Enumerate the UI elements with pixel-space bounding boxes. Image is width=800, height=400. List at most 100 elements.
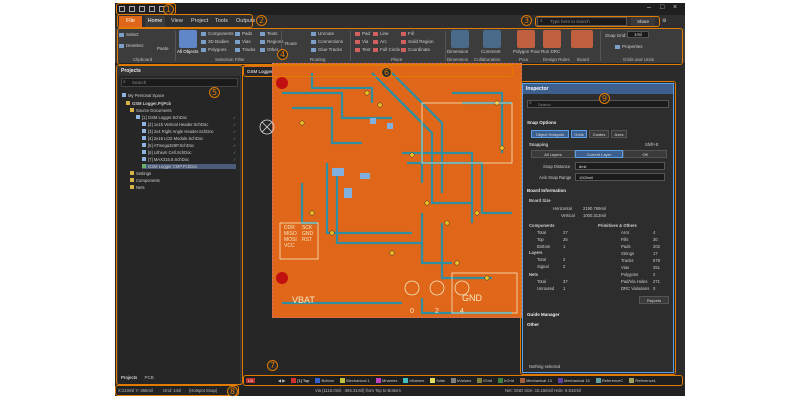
share-button[interactable]: Share xyxy=(631,17,655,26)
paste-button[interactable]: Paste xyxy=(157,46,169,51)
run-drc-button[interactable] xyxy=(543,30,561,48)
menu-view[interactable]: View xyxy=(171,18,183,24)
snap-axes[interactable]: Axes xyxy=(611,130,627,138)
properties-button[interactable]: Properties xyxy=(615,44,643,49)
layer-tab[interactable]: bGrid xyxy=(504,378,514,383)
menu-tools[interactable]: Tools xyxy=(215,18,228,24)
via xyxy=(309,210,315,216)
tree-item-workspace[interactable]: My Personal Space xyxy=(122,93,164,98)
filter-3d-bodies[interactable]: 3D Bodies xyxy=(201,39,229,44)
other-heading[interactable]: Other xyxy=(527,322,539,327)
tree-item-doc[interactable]: [7] MAX315.8.SchDoc xyxy=(142,157,189,162)
select-button[interactable]: Select xyxy=(119,32,139,37)
tab-pcb[interactable]: PCB xyxy=(145,375,154,380)
filter-vias[interactable]: Vias xyxy=(235,39,251,44)
route-button[interactable]: Route xyxy=(285,41,297,46)
filter-other[interactable]: Other xyxy=(260,47,278,52)
tree-item-doc[interactable]: [1] GSM Logger.SchDoc xyxy=(136,115,187,120)
polygon-pour-button[interactable] xyxy=(517,30,535,48)
minimize-icon[interactable]: – xyxy=(647,4,651,11)
layer-tab[interactable]: Bottom xyxy=(321,378,334,383)
settings-icon[interactable]: ⚙ xyxy=(662,18,666,24)
tree-item-doc[interactable]: [5] ATmega328P.SchDoc xyxy=(142,143,194,148)
snap-options-heading[interactable]: Snap Options xyxy=(527,120,556,125)
all-objects-button[interactable] xyxy=(179,30,197,48)
snapping-current-layer[interactable]: Current Layer xyxy=(575,150,623,158)
reports-button[interactable]: Reports xyxy=(639,296,669,304)
dimension-button[interactable] xyxy=(451,30,469,48)
layer-tab[interactable]: Mnames xyxy=(382,378,397,383)
search-input[interactable]: Type here to search xyxy=(537,17,627,26)
place-text-button[interactable]: Text xyxy=(355,47,370,52)
snap-grids[interactable]: Grids xyxy=(571,130,587,138)
place-pad-button[interactable]: Pad xyxy=(355,31,370,36)
check-icon: ✓ xyxy=(233,157,237,162)
tree-item-doc[interactable]: [2] 1x15 Vertical Header.SchDoc xyxy=(142,122,208,127)
place-arc-button[interactable]: Arc xyxy=(373,39,387,44)
menu-outputs[interactable]: Outputs xyxy=(236,18,255,24)
snap-object-hotspots[interactable]: Object Hotspots xyxy=(531,130,569,138)
layer-tab[interactable]: Mechanical 13 xyxy=(526,378,552,383)
filter-texts[interactable]: Texts xyxy=(260,31,278,36)
arc-icon xyxy=(373,39,378,44)
tree-item-project[interactable]: GSM Logger.PrjPcb xyxy=(126,101,171,106)
menu-home[interactable]: Home xyxy=(145,16,165,28)
layer-tab-top[interactable]: [1] Top xyxy=(297,378,309,383)
layer-tab[interactable]: Mechanical 15 xyxy=(564,378,590,383)
guide-manager-heading[interactable]: Guide Manager xyxy=(527,312,560,317)
filter-tracks[interactable]: Tracks xyxy=(235,47,255,52)
board-information-heading[interactable]: Board Information xyxy=(527,188,566,193)
menu-project[interactable]: Project xyxy=(191,18,208,24)
tree-item-doc[interactable]: [4] 2x16 LCD Module.SchDoc xyxy=(142,136,203,141)
layer-nav-icon[interactable]: ◀ ▶ xyxy=(278,378,285,383)
layer-tab[interactable]: bNames xyxy=(409,378,424,383)
tree-item-nets[interactable]: Nets xyxy=(130,185,145,190)
snapping-all-layers[interactable]: All Layers xyxy=(531,150,575,158)
board-button[interactable] xyxy=(571,30,593,48)
filter-regions[interactable]: Regions xyxy=(260,39,284,44)
tree-item-doc[interactable]: [3] 2x4 Right Angle Header.SchDoc xyxy=(142,129,214,134)
place-fill-button[interactable]: Fill xyxy=(401,31,414,36)
tree-item-pcbdoc[interactable]: GSM Logger CMP.PcbDoc xyxy=(142,164,236,169)
menu-file[interactable]: File xyxy=(119,16,142,27)
tab-projects[interactable]: Projects xyxy=(121,375,137,380)
snap-guides[interactable]: Guides xyxy=(589,130,609,138)
deselect-button[interactable]: Deselect xyxy=(119,43,144,48)
place-coordinate-button[interactable]: Coordinate xyxy=(401,47,430,52)
pcb-board[interactable]: DDR MISO MOSI VCC SCK GND RST VBAT GND 0… xyxy=(272,63,522,318)
close-icon[interactable]: × xyxy=(673,4,677,11)
axis-snap-field[interactable]: 1000mil xyxy=(575,173,665,181)
inspector-search-input[interactable]: Search xyxy=(527,100,669,108)
filter-pads[interactable]: Pads xyxy=(235,31,252,36)
save-icon[interactable] xyxy=(129,6,135,12)
place-line-button[interactable]: Line xyxy=(373,31,389,36)
layer-tab[interactable]: ReferenceC xyxy=(602,378,623,383)
layer-tab[interactable]: ReferenceL xyxy=(635,378,656,383)
connections-button[interactable]: Connections xyxy=(311,39,343,44)
tree-item-doc[interactable]: [6] Lithium Cell.SchDoc xyxy=(142,150,192,155)
place-via-button[interactable]: Via xyxy=(355,39,368,44)
place-solid-region-button[interactable]: Solid Region xyxy=(401,39,434,44)
layer-tab[interactable]: folds xyxy=(436,378,444,383)
layer-set-button[interactable]: LS xyxy=(246,378,255,383)
place-full-circle-button[interactable]: Full Circle xyxy=(373,47,400,52)
comment-button[interactable] xyxy=(483,30,501,48)
undo-icon[interactable] xyxy=(149,6,155,12)
layer-tab[interactable]: Mechanical 1 xyxy=(346,378,370,383)
filter-components[interactable]: Components xyxy=(201,31,234,36)
unroute-button[interactable]: Unroute xyxy=(311,31,334,36)
snap-grid-select[interactable]: 1mil xyxy=(627,31,650,38)
open-icon[interactable] xyxy=(139,6,145,12)
snapping-off[interactable]: Off xyxy=(623,150,667,158)
filter-polygons[interactable]: Polygons xyxy=(201,47,227,52)
maximize-icon[interactable]: □ xyxy=(660,4,664,11)
glue-tracks-button[interactable]: Glue Tracks xyxy=(311,47,342,52)
projects-search-input[interactable]: Search xyxy=(121,78,238,87)
snap-distance-field[interactable]: 8mil xyxy=(575,162,665,170)
layer-tab[interactable]: bValues xyxy=(457,378,471,383)
tree-item-source-documents[interactable]: Source Documents xyxy=(130,108,172,113)
layer-tab[interactable]: fGrid xyxy=(483,378,492,383)
tree-item-settings[interactable]: Settings xyxy=(130,171,151,176)
tree-item-components[interactable]: Components xyxy=(130,178,160,183)
components-stat-label: Bottom xyxy=(537,244,551,249)
